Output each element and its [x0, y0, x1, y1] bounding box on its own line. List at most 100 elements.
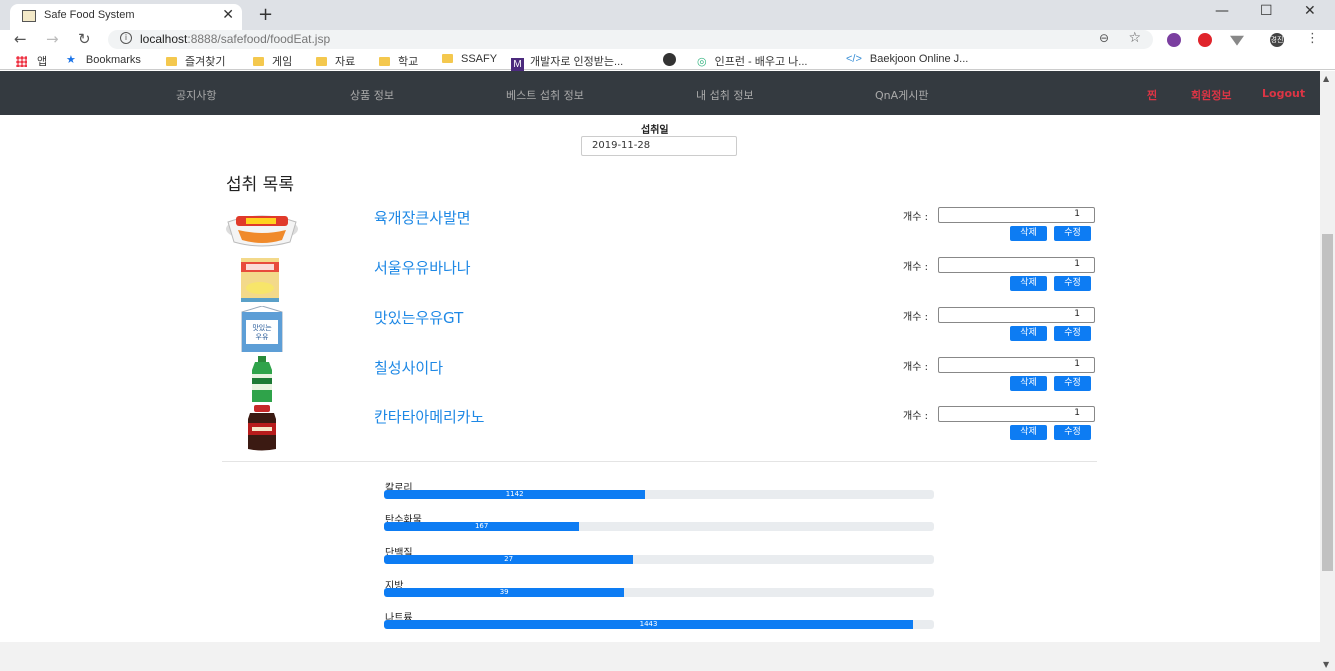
top-nav: 공지사항 상품 정보 베스트 섭취 정보 내 섭취 정보 QnA게시판 찐 회원…: [0, 71, 1320, 115]
delete-button[interactable]: 삭제: [1010, 376, 1047, 391]
bookmark-folder[interactable]: 게임: [253, 53, 292, 69]
window-close-icon[interactable]: ✕: [1304, 3, 1316, 19]
progress-track: 167: [384, 522, 934, 531]
bookmark-bookmarks[interactable]: ★ Bookmarks: [66, 53, 141, 66]
progress-bar: 167: [384, 522, 580, 531]
list-item: 서울우유바나나 개수 : 1 삭제 수정: [222, 256, 1097, 305]
browser-tabstrip: Safe Food System ✕ + — ☐ ✕: [0, 0, 1335, 30]
qty-label: 개수 :: [903, 262, 928, 273]
nav-logout[interactable]: Logout: [1262, 87, 1305, 100]
progress-bar: 1443: [384, 620, 914, 629]
food-name-link[interactable]: 육개장큰사발면: [374, 207, 471, 228]
qty-input[interactable]: 1: [938, 207, 1095, 223]
delete-button[interactable]: 삭제: [1010, 226, 1047, 241]
qty-label: 개수 :: [903, 362, 928, 373]
url-text[interactable]: localhost:8888/safefood/foodEat.jsp: [140, 32, 330, 46]
scroll-down-icon[interactable]: ▼: [1323, 660, 1329, 669]
bookmark-star-icon[interactable]: ☆: [1128, 30, 1141, 46]
list-item: 칠성사이다 개수 : 1 삭제 수정: [222, 356, 1097, 405]
footer-band: [0, 642, 1320, 671]
nav-qna[interactable]: QnA게시판: [875, 87, 929, 103]
back-icon[interactable]: ←: [14, 30, 27, 48]
close-tab-icon[interactable]: ✕: [222, 7, 234, 23]
qty-input[interactable]: 1: [938, 307, 1095, 323]
nav-member-info[interactable]: 회원정보: [1191, 87, 1231, 103]
bookmark-label: 게임: [272, 56, 293, 68]
food-name-link[interactable]: 서울우유바나나: [374, 257, 471, 278]
edit-button[interactable]: 수정: [1054, 376, 1091, 391]
zoom-icon[interactable]: ⊖: [1099, 31, 1109, 45]
bookmark-label: SSAFY: [461, 53, 498, 65]
food-name-link[interactable]: 칸타타아메리카노: [374, 406, 484, 427]
edit-button[interactable]: 수정: [1054, 326, 1091, 341]
bookmark-label: 개발자로 인정받는...: [530, 56, 624, 68]
intake-date-input[interactable]: 2019-11-28: [581, 136, 737, 156]
minimize-icon[interactable]: —: [1215, 3, 1229, 19]
forward-icon[interactable]: →: [46, 30, 59, 48]
reload-icon[interactable]: ↻: [78, 30, 91, 48]
github-icon: [663, 53, 676, 66]
nav-username[interactable]: 찐: [1147, 87, 1157, 103]
bookmarks-bar: 앱 ★ Bookmarks 즐겨찾기 게임 자료 학교 SSAFY M 개발자로 인…: [0, 50, 1335, 71]
qty-input[interactable]: 1: [938, 257, 1095, 273]
bookmark-label: 앱: [37, 56, 48, 68]
edit-button[interactable]: 수정: [1054, 276, 1091, 291]
delete-button[interactable]: 삭제: [1010, 276, 1047, 291]
nav-notice[interactable]: 공지사항: [176, 87, 216, 103]
url-path: :8888/safefood/foodEat.jsp: [187, 32, 331, 46]
folder-icon: [316, 57, 327, 66]
bookmark-label: 인프런 - 배우고 나...: [714, 56, 808, 68]
bookmark-folder[interactable]: 자료: [316, 53, 355, 69]
qty-label: 개수 :: [903, 411, 928, 422]
svg-text:우유: 우유: [256, 333, 269, 341]
delete-button[interactable]: 삭제: [1010, 425, 1047, 440]
bookmark-m[interactable]: M 개발자로 인정받는...: [511, 53, 623, 71]
extension-icon[interactable]: [1167, 33, 1181, 47]
bookmark-folder[interactable]: 학교: [379, 53, 418, 69]
delete-button[interactable]: 삭제: [1010, 326, 1047, 341]
menu-kebab-icon[interactable]: ⋮: [1306, 32, 1320, 47]
bookmark-baekjoon[interactable]: </> Baekjoon Online J...: [846, 53, 968, 65]
progress-bar: 39: [384, 588, 625, 597]
maximize-icon[interactable]: ☐: [1260, 3, 1273, 19]
bookmark-folder[interactable]: 즐겨찾기: [166, 53, 225, 69]
code-icon: </>: [846, 53, 862, 65]
qty-input[interactable]: 1: [938, 357, 1095, 373]
progress-track: 39: [384, 588, 934, 597]
intake-list-title: 섭취 목록: [226, 175, 294, 195]
folder-icon: [379, 57, 390, 66]
edit-button[interactable]: 수정: [1054, 425, 1091, 440]
scrollbar-thumb[interactable]: [1322, 234, 1333, 571]
profile-avatar[interactable]: 경진: [1270, 33, 1284, 47]
favicon-icon: [22, 10, 36, 22]
food-name-link[interactable]: 맛있는우유GT: [374, 307, 463, 328]
browser-toolbar: ← → ↻ i localhost:8888/safefood/foodEat.…: [0, 30, 1335, 50]
scroll-up-icon[interactable]: ▲: [1323, 74, 1329, 83]
food-name-link[interactable]: 칠성사이다: [374, 357, 443, 378]
bookmark-label: 즐겨찾기: [185, 56, 226, 68]
list-item: 육개장큰사발면 개수 : 1 삭제 수정: [222, 206, 1097, 255]
apps-grid-icon: [16, 56, 27, 67]
new-tab-icon[interactable]: +: [258, 4, 273, 25]
progress-bar: 27: [384, 555, 634, 564]
info-icon[interactable]: i: [120, 32, 132, 44]
folder-icon: [442, 54, 453, 63]
nav-product-info[interactable]: 상품 정보: [350, 87, 394, 103]
bookmark-folder[interactable]: SSAFY: [442, 53, 497, 65]
progress-bar: 1142: [384, 490, 646, 499]
bookmark-apps[interactable]: 앱: [16, 53, 47, 69]
cider-bottle-image: [252, 356, 272, 402]
list-item: 맛있는 우유 맛있는우유GT 개수 : 1 삭제 수정: [222, 306, 1097, 355]
address-bar[interactable]: i localhost:8888/safefood/foodEat.jsp ⊖ …: [108, 30, 1153, 49]
extension-stop-icon[interactable]: [1198, 33, 1212, 47]
svg-text:맛있는: 맛있는: [252, 323, 272, 332]
bookmark-github[interactable]: [663, 53, 676, 67]
edit-button[interactable]: 수정: [1054, 226, 1091, 241]
bookmark-inflearn[interactable]: ◎ 인프런 - 배우고 나...: [697, 53, 807, 69]
nav-best-intake[interactable]: 베스트 섭취 정보: [506, 87, 584, 103]
qty-input[interactable]: 1: [938, 406, 1095, 422]
nav-my-intake[interactable]: 내 섭취 정보: [696, 87, 754, 103]
folder-icon: [253, 57, 264, 66]
inflearn-icon: ◎: [697, 56, 707, 68]
browser-tab[interactable]: Safe Food System ✕: [10, 4, 242, 30]
